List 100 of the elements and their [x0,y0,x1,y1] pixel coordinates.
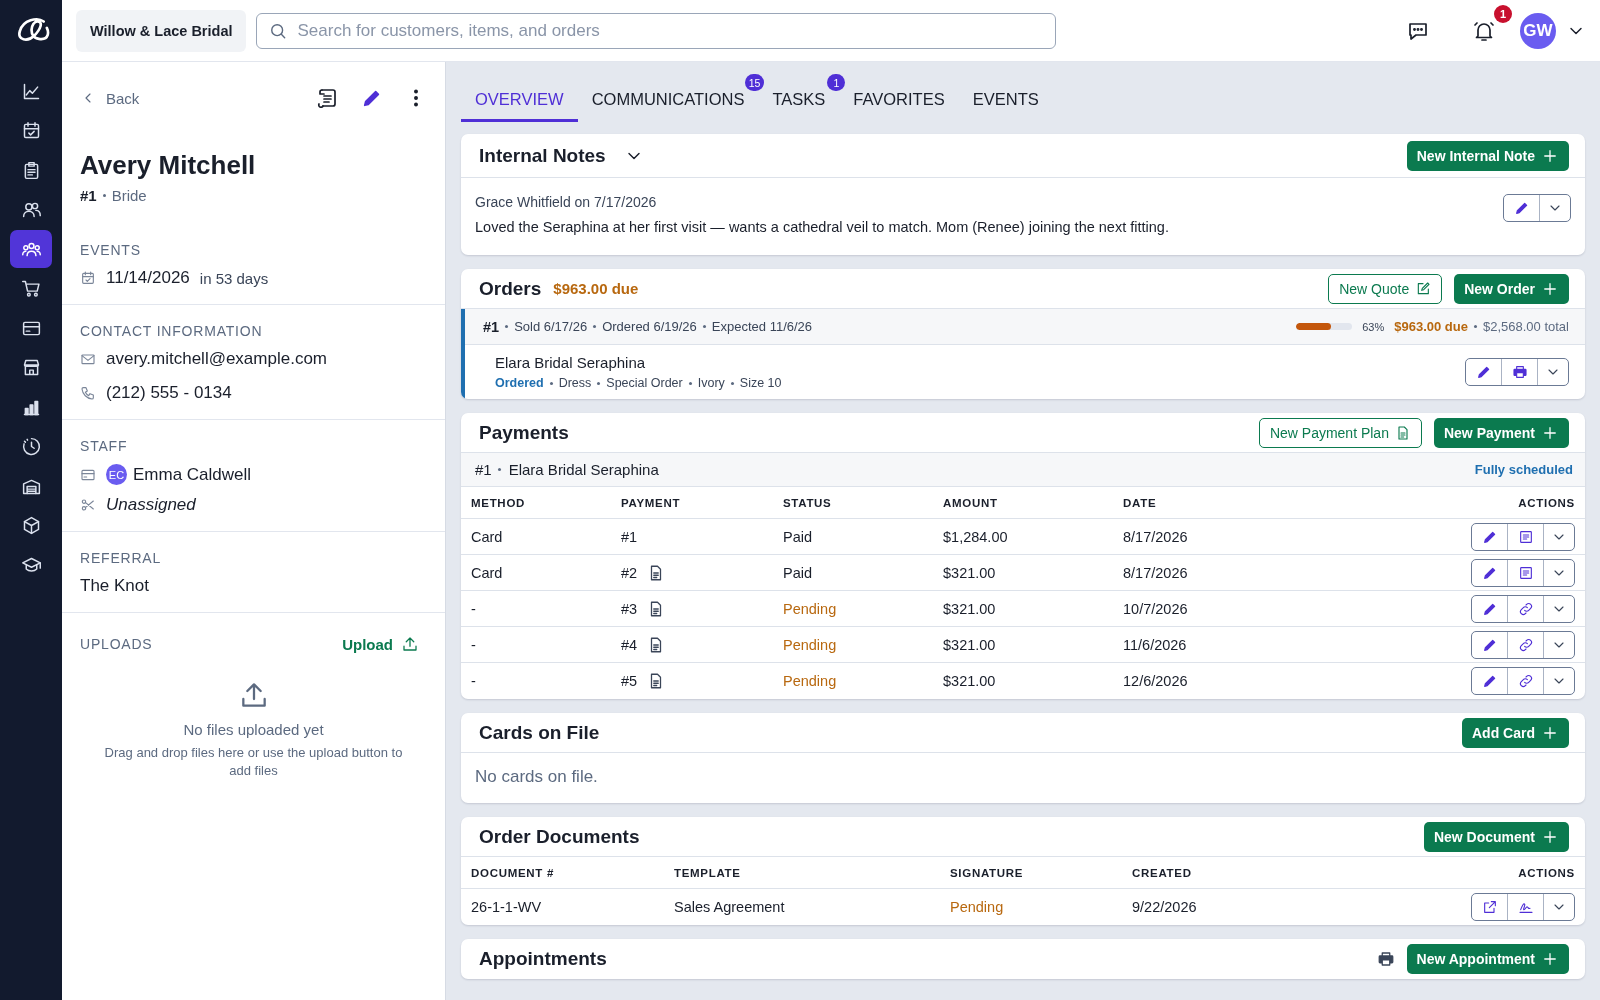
scroll-icon[interactable] [315,86,339,110]
new-appointment-button[interactable]: New Appointment [1406,944,1569,974]
customer-number: #1 [80,187,97,204]
printer-icon [1511,364,1528,380]
item-detail: Special Order [606,376,683,390]
referral-source: The Knot [80,576,149,596]
event-date: 11/14/2026 [106,268,190,288]
search-field[interactable]: Search for customers, items, and orders [256,12,1057,49]
separator-dot [549,381,553,385]
back-link[interactable]: Back [80,89,140,107]
table-cell-text: 9/22/2026 [1132,899,1198,915]
card-title: Internal Notes [479,144,606,167]
section-heading: CONTACT INFORMATION [80,323,263,339]
count-badge: 1 [827,74,846,91]
pencil-icon [1475,364,1492,380]
separator-dot [1473,325,1477,328]
note-text: Loved the Seraphina at her first visit — wants a cathedral veil to match. Mom (Renee) joining the next fitting. [475,219,1170,235]
new-order-button[interactable]: New Order [1454,273,1569,304]
link-icon [1517,673,1534,689]
table-cell-text: Card [471,564,504,581]
plus-icon [1541,950,1559,968]
email-address[interactable]: avery.mitchell@example.com [106,349,327,369]
status-text: Pending [783,636,838,653]
external-link-icon [1481,899,1498,915]
table-cell-text: $1,284.00 [943,528,1009,545]
column-header: CREATED [1132,866,1193,879]
table-cell-text: - [471,600,477,617]
table-cell-text: 26-1-1-WV [471,899,543,915]
card-title: Appointments [479,948,607,970]
pencil-icon [1513,200,1530,216]
progress-bar [1296,323,1353,330]
upload-icon [401,635,419,653]
column-header: DATE [1123,496,1158,509]
table-cell-text: Card [471,528,504,545]
table-cell-text: Sales Agreement [674,899,786,915]
store-name[interactable]: Willow & Lace Bridal [76,9,247,52]
card-title: Orders [479,277,542,300]
add-card-button[interactable]: Add Card [1462,717,1569,748]
separator-dot [730,381,734,385]
calendar-icon [80,270,96,286]
receipt-icon [1517,528,1534,545]
tab[interactable]: FAVORITES [839,90,959,122]
group-icon[interactable] [10,230,52,268]
order-meta: Expected 11/6/26 [711,319,813,334]
column-header: TEMPLATE [674,866,742,879]
column-header: SIGNATURE [950,866,1025,879]
print-icon[interactable] [1376,950,1395,968]
pencil-icon [1481,673,1498,689]
table-cell: #5 [621,673,638,689]
table-cell: #1 [621,528,638,545]
staff-name: Emma Caldwell [133,464,252,485]
new-note-button[interactable]: New Internal Note [1406,140,1569,171]
stylist-name: Unassigned [106,495,196,515]
tab[interactable]: COMMUNICATIONS [577,90,759,122]
item-detail: Size 10 [739,376,782,390]
upload-button[interactable]: Upload [342,635,419,653]
column-header: STATUS [783,496,833,509]
tab[interactable]: EVENTS [958,90,1053,122]
separator-dot [497,468,501,471]
table-cell-text: $321.00 [943,636,997,653]
new-quote-button[interactable]: New Quote [1328,273,1443,304]
table-cell-text: $321.00 [943,673,997,689]
table-cell-text: 8/17/2026 [1123,564,1189,581]
order-number[interactable]: #1 [483,318,500,335]
staff-avatar: EC [106,464,127,485]
table-cell: #3 [621,600,638,617]
table-cell-text: $321.00 [943,564,997,581]
status-text: Paid [783,564,814,581]
table-cell-text: 10/7/2026 [1123,600,1189,617]
separator-dot [102,194,106,197]
tab[interactable]: OVERVIEW [461,90,578,122]
schedule-status: Fully scheduled [1474,462,1573,477]
new-payment-plan-button[interactable]: New Payment Plan [1258,417,1422,448]
section-heading: EVENTS [80,242,141,258]
count-badge: 15 [744,74,765,91]
table-cell-text: 11/6/2026 [1123,636,1188,653]
section-heading: UPLOADS [80,636,153,652]
status-text: Pending [950,899,1005,915]
user-avatar[interactable]: GW [1520,12,1556,49]
status-text: Pending [783,673,838,689]
table-cell-text: 12/6/2026 [1123,673,1189,689]
table-cell-text: 8/17/2026 [1123,528,1189,545]
item-status: Ordered [495,376,544,390]
card-title: Cards on File [479,721,600,744]
card-title: Order Documents [479,825,640,848]
progress-percent: 63% [1362,320,1385,333]
status-text: Paid [783,528,814,545]
phone-icon [80,385,96,401]
tab[interactable]: TASKS [758,90,840,122]
separator-dot [593,325,597,328]
column-header: DOCUMENT # [471,866,556,879]
phone-number[interactable]: (212) 555 - 0134 [106,383,232,403]
item-name[interactable]: Elara Bridal Seraphina [495,354,1465,371]
notification-badge: 1 [1494,4,1512,23]
customer-name: Avery Mitchell [80,150,256,181]
new-document-button[interactable]: New Document [1423,821,1569,852]
new-payment-button[interactable]: New Payment [1433,417,1569,448]
item-detail: Ivory [697,376,725,390]
column-header: ACTIONS [1518,496,1575,509]
order-meta: Sold 6/17/26 [514,319,588,334]
